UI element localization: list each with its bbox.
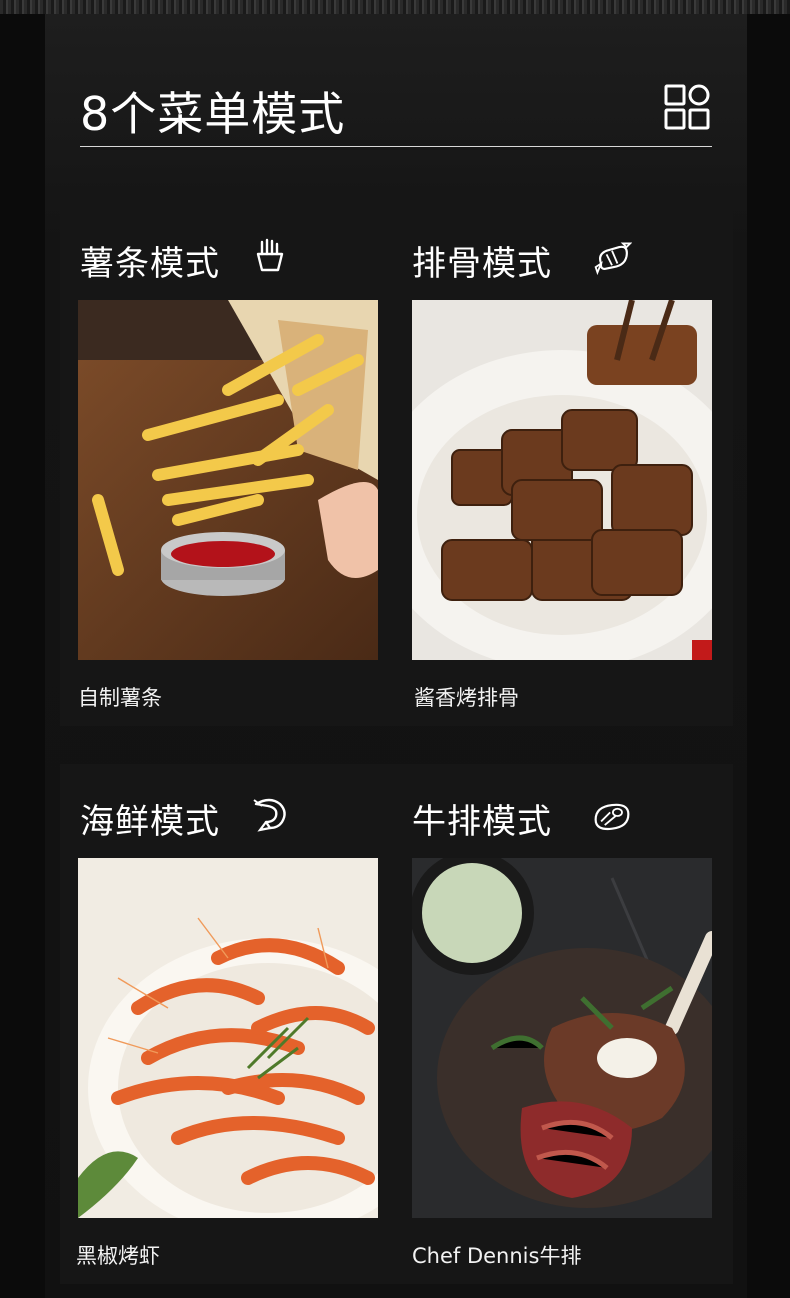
mode-ribs[interactable]: 排骨模式 酱香烤排骨 (412, 206, 712, 726)
mode-card-row-2: 海鲜模式 黑椒烤虾 牛排模式 Chef Dennis牛排 (60, 764, 733, 1284)
page-title: 8个菜单模式 (80, 87, 346, 141)
mode-title: 牛排模式 (412, 802, 552, 842)
mode-title: 排骨模式 (412, 244, 552, 284)
mode-title: 薯条模式 (80, 244, 220, 284)
grid-layout-icon (664, 84, 710, 130)
pepper-roasted-shrimp-photo (78, 858, 378, 1218)
mode-card-row-1: 薯条模式 自制薯条 排骨模式 酱香烤排骨 (60, 206, 733, 726)
mode-fries[interactable]: 薯条模式 自制薯条 (78, 206, 378, 726)
tomahawk-steak-photo (412, 858, 712, 1218)
shrimp-icon (253, 798, 286, 832)
french-fries-with-ketchup-photo (78, 300, 378, 660)
mode-caption: Chef Dennis牛排 (412, 1244, 582, 1268)
header: 8个菜单模式 (80, 60, 712, 150)
fries-icon (256, 238, 284, 272)
mode-seafood[interactable]: 海鲜模式 黑椒烤虾 (76, 764, 378, 1284)
mode-steak[interactable]: 牛排模式 Chef Dennis牛排 (412, 764, 712, 1284)
header-divider (80, 146, 712, 147)
roasted-pork-ribs-photo (412, 300, 712, 660)
mode-caption: 自制薯条 (78, 686, 162, 710)
top-texture-strip (0, 0, 790, 14)
steak-icon (594, 803, 630, 831)
candy-ribs-icon (594, 242, 632, 276)
mode-caption: 黑椒烤虾 (76, 1244, 160, 1268)
mode-title: 海鲜模式 (80, 802, 220, 842)
mode-caption: 酱香烤排骨 (414, 686, 519, 710)
